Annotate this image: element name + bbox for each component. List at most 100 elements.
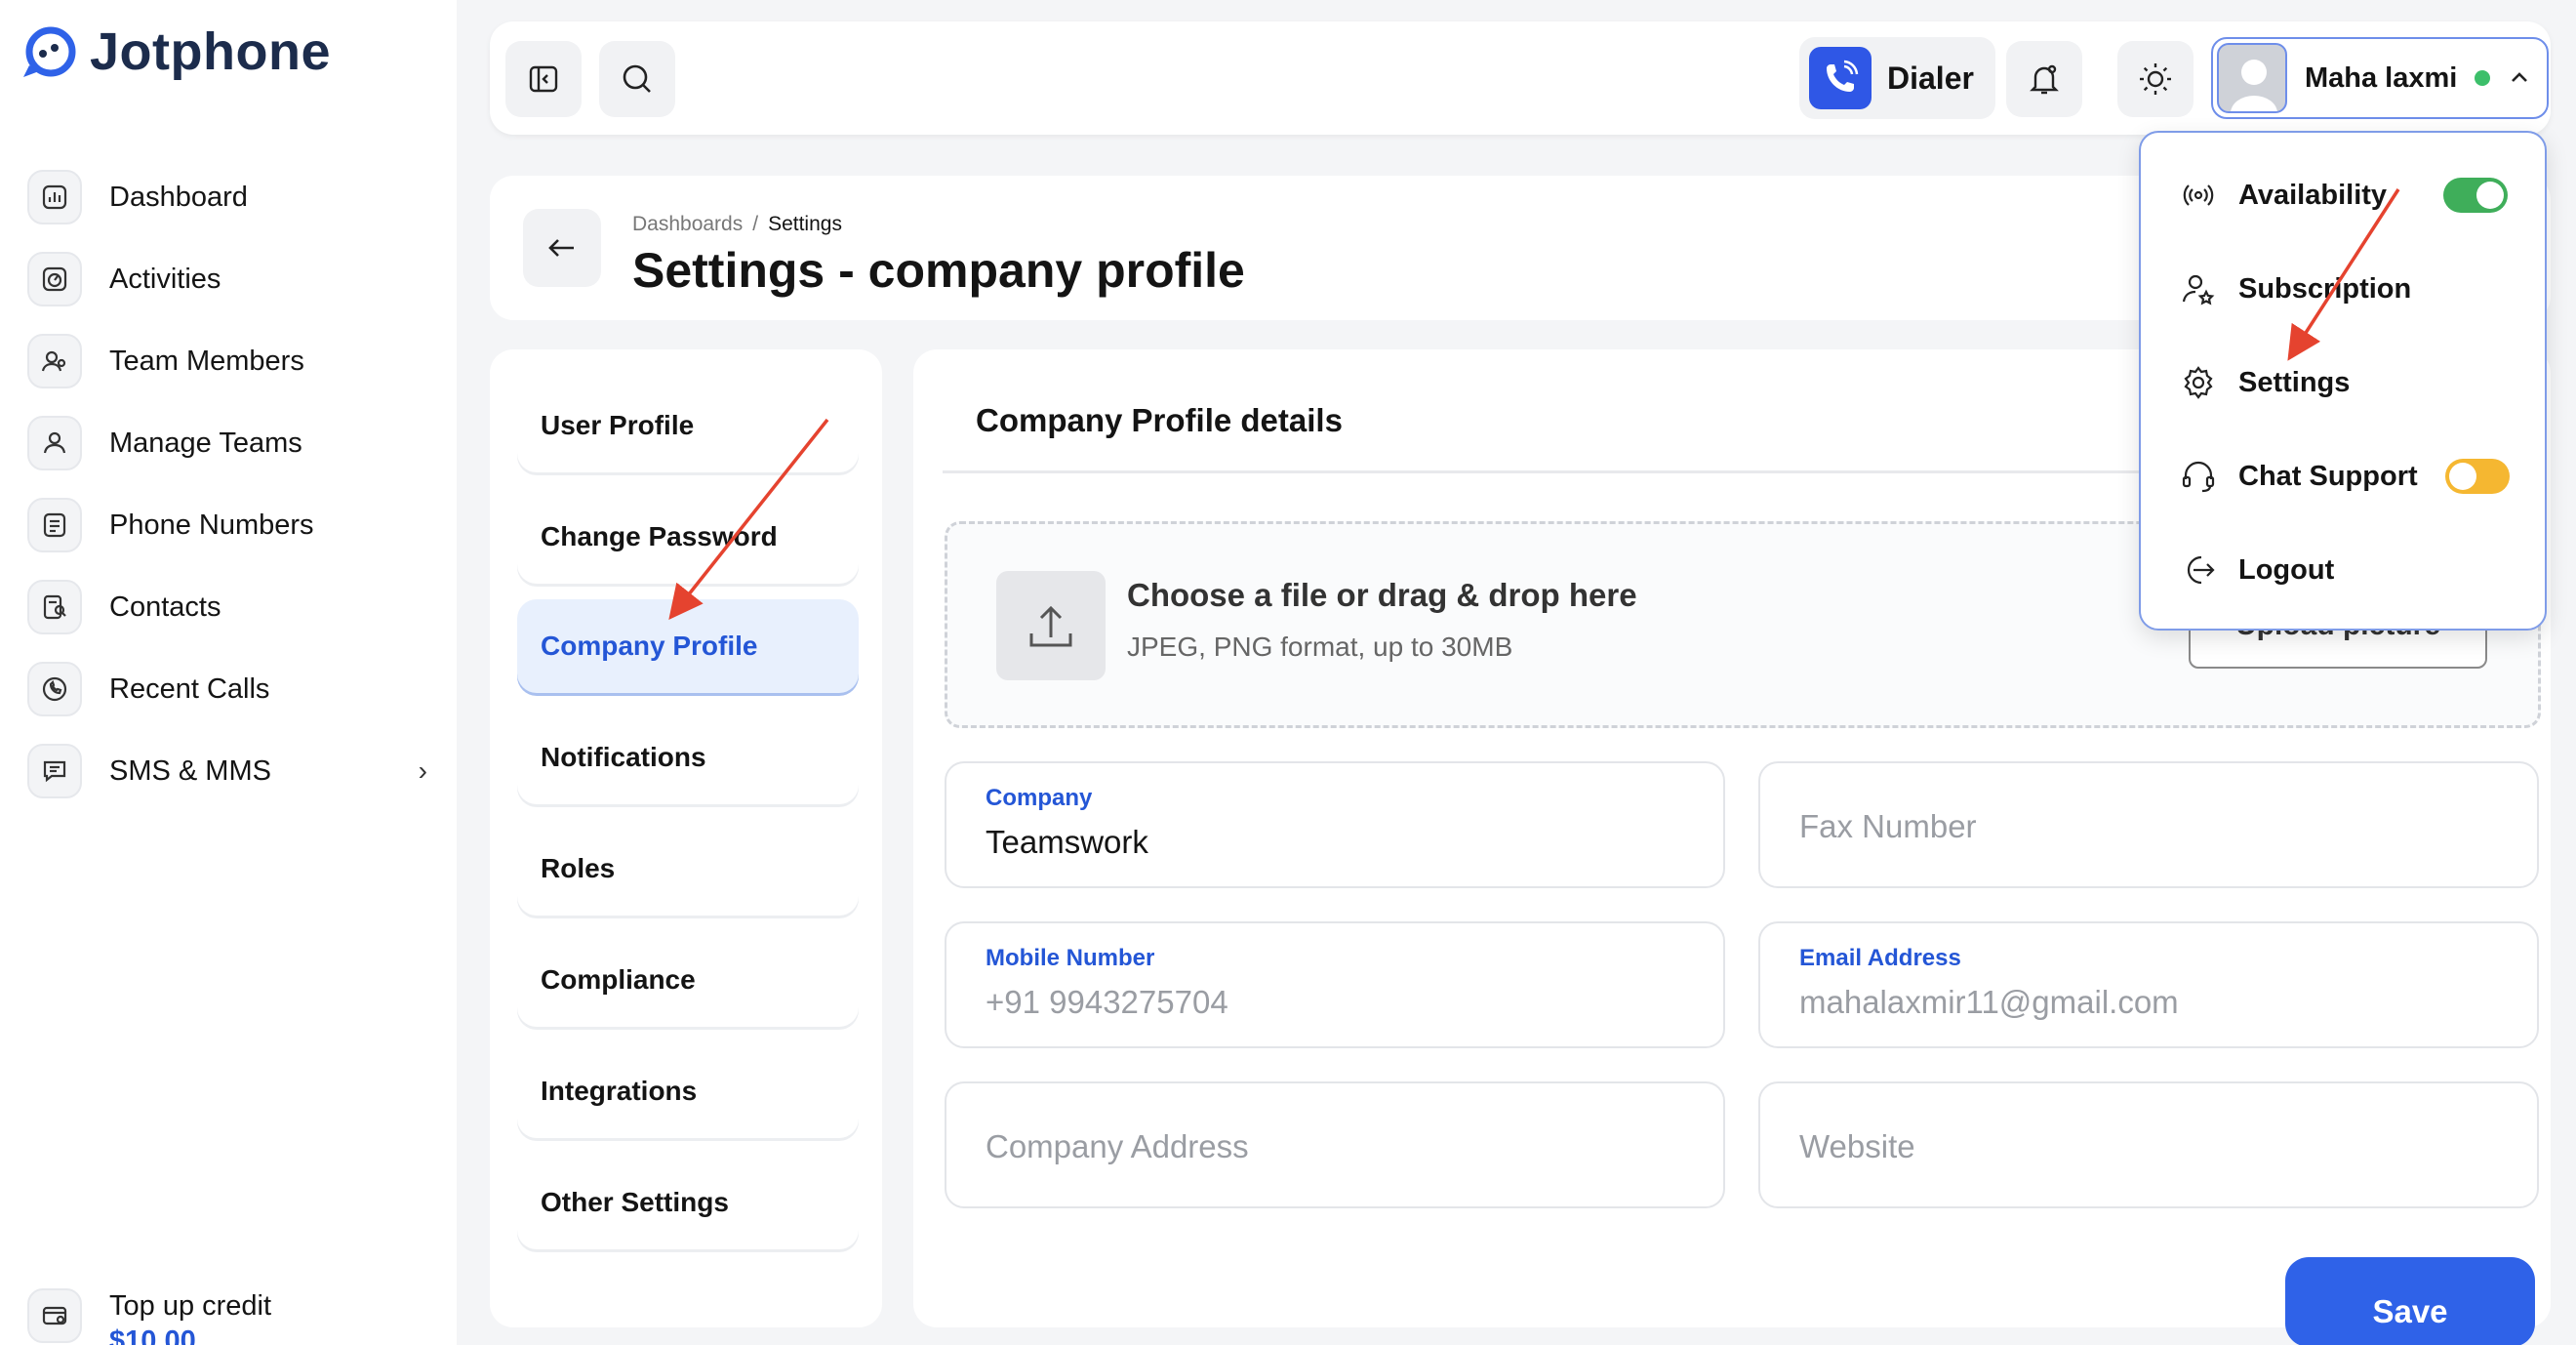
availability-icon — [2183, 184, 2214, 206]
sidebar-item-dashboard[interactable]: Dashboard — [27, 156, 427, 238]
logout-icon — [2187, 555, 2215, 585]
sun-icon — [2140, 63, 2171, 95]
mobile-number-field[interactable]: Mobile Number +91 9943275704 — [945, 921, 1725, 1048]
sidebar-nav: Dashboard Activities Team Members Manage… — [27, 156, 427, 812]
theme-toggle-button[interactable] — [2117, 41, 2194, 117]
topup-label: Top up credit — [109, 1290, 272, 1322]
section-title: Company Profile details — [976, 402, 1343, 438]
dropdown-item-label: Logout — [2238, 553, 2335, 586]
dropdown-item-label: Subscription — [2238, 272, 2412, 305]
settings-tab-other-settings[interactable]: Other Settings — [517, 1156, 859, 1249]
sidebar-item-label: Recent Calls — [109, 672, 270, 705]
company-field[interactable]: Company Teamswork — [945, 761, 1725, 888]
search-icon — [623, 64, 651, 93]
breadcrumb-separator: / — [752, 213, 759, 235]
website-placeholder: Website — [1799, 1128, 1915, 1164]
dialer-label: Dialer — [1887, 60, 1974, 96]
settings-tab-user-profile[interactable]: User Profile — [517, 379, 859, 472]
sidebar-item-contacts[interactable]: Contacts — [27, 566, 427, 648]
notifications-button[interactable] — [2006, 41, 2082, 117]
settings-tab-integrations[interactable]: Integrations — [517, 1044, 859, 1138]
company-address-placeholder: Company Address — [986, 1128, 1249, 1164]
arrow-left-icon — [548, 239, 574, 257]
top-bar: Dialer Maha laxmi — [490, 21, 2551, 135]
mobile-number-value: +91 9943275704 — [986, 984, 1228, 1020]
sidebar-toggle-icon — [529, 65, 558, 93]
company-address-field[interactable]: Company Address — [945, 1081, 1725, 1208]
jotphone-logo-icon — [23, 26, 76, 77]
contacts-icon — [27, 580, 82, 634]
sidebar-item-manage-teams[interactable]: Manage Teams — [27, 402, 427, 484]
sidebar-item-label: Phone Numbers — [109, 509, 314, 541]
dropdown-item-label: Availability — [2238, 179, 2388, 211]
website-field[interactable]: Website — [1758, 1081, 2539, 1208]
email-address-field[interactable]: Email Address mahalaxmir11@gmail.com — [1758, 921, 2539, 1048]
collapse-sidebar-button[interactable] — [505, 41, 582, 117]
dropdown-item-label: Settings — [2238, 366, 2351, 398]
company-field-value: Teamswork — [986, 824, 1148, 860]
settings-tab-compliance[interactable]: Compliance — [517, 933, 859, 1027]
settings-tab-roles[interactable]: Roles — [517, 822, 859, 916]
sms-icon — [27, 744, 82, 798]
dropdown-item-logout[interactable]: Logout — [2180, 541, 2531, 599]
dropzone-subtitle: JPEG, PNG format, up to 30MB — [1127, 632, 1513, 662]
wallet-icon — [27, 1288, 82, 1343]
activities-icon — [27, 252, 82, 306]
chevron-right-icon[interactable]: › — [419, 755, 427, 787]
search-button[interactable] — [599, 41, 675, 117]
mobile-number-label: Mobile Number — [986, 945, 1155, 971]
back-button[interactable] — [523, 209, 601, 287]
save-button[interactable]: Save — [2285, 1257, 2535, 1345]
topup-amount: $10.00 — [109, 1325, 196, 1345]
settings-tab-change-password[interactable]: Change Password — [517, 490, 859, 584]
sidebar-item-phone-numbers[interactable]: Phone Numbers — [27, 484, 427, 566]
topup-credit[interactable]: Top up credit $10.00 — [27, 1288, 271, 1345]
email-address-value: mahalaxmir11@gmail.com — [1799, 984, 2179, 1020]
fax-number-field[interactable]: Fax Number — [1758, 761, 2539, 888]
page-title: Settings - company profile — [632, 243, 1245, 298]
app-name: Jotphone — [90, 22, 331, 81]
chevron-up-icon — [2512, 72, 2528, 82]
email-address-label: Email Address — [1799, 945, 1961, 971]
team-members-icon — [27, 334, 82, 388]
upload-icon — [996, 571, 1106, 680]
sidebar-item-team-members[interactable]: Team Members — [27, 320, 427, 402]
sidebar: Jotphone Dashboard Activities Team Membe… — [0, 0, 457, 1345]
sidebar-item-label: Contacts — [109, 591, 221, 623]
dropdown-item-label: Chat Support — [2238, 460, 2418, 492]
dropdown-item-settings[interactable]: Settings — [2180, 353, 2531, 412]
dialer-button[interactable]: Dialer — [1799, 37, 1995, 119]
sidebar-item-label: Dashboard — [109, 181, 248, 213]
app-logo[interactable]: Jotphone — [20, 21, 331, 82]
online-status-dot — [2475, 70, 2491, 86]
settings-tab-notifications[interactable]: Notifications — [517, 711, 859, 804]
dropdown-item-subscription[interactable]: Subscription — [2180, 260, 2531, 318]
chat-support-toggle[interactable] — [2445, 459, 2510, 494]
fax-number-placeholder: Fax Number — [1799, 808, 1977, 844]
breadcrumb-settings: Settings — [768, 213, 842, 235]
sidebar-item-label: SMS & MMS — [109, 754, 271, 787]
phone-icon — [1809, 47, 1872, 109]
sidebar-item-label: Activities — [109, 263, 221, 295]
avatar — [2217, 43, 2287, 113]
bell-icon — [2030, 64, 2059, 95]
sidebar-item-sms-mms[interactable]: SMS & MMS › — [27, 730, 427, 812]
availability-toggle[interactable] — [2443, 178, 2508, 213]
user-name: Maha laxmi — [2305, 61, 2458, 94]
headset-icon — [2182, 461, 2215, 493]
user-dropdown-menu: Availability Subscription Settings Chat … — [2139, 131, 2547, 631]
sidebar-item-recent-calls[interactable]: Recent Calls — [27, 648, 427, 730]
gear-icon — [2184, 366, 2213, 399]
dashboard-icon — [27, 170, 82, 224]
phone-numbers-icon — [27, 498, 82, 552]
toggle-knob — [2449, 463, 2476, 490]
breadcrumb-dashboards[interactable]: Dashboards — [632, 213, 743, 236]
company-field-label: Company — [986, 785, 1093, 811]
user-menu-button[interactable]: Maha laxmi — [2211, 37, 2549, 119]
dropzone-title: Choose a file or drag & drop here — [1127, 577, 1637, 613]
sidebar-item-label: Team Members — [109, 345, 304, 377]
breadcrumb: Dashboards / Settings — [632, 213, 842, 236]
subscription-icon — [2182, 274, 2215, 306]
settings-tab-company-profile[interactable]: Company Profile — [517, 599, 859, 693]
sidebar-item-activities[interactable]: Activities — [27, 238, 427, 320]
